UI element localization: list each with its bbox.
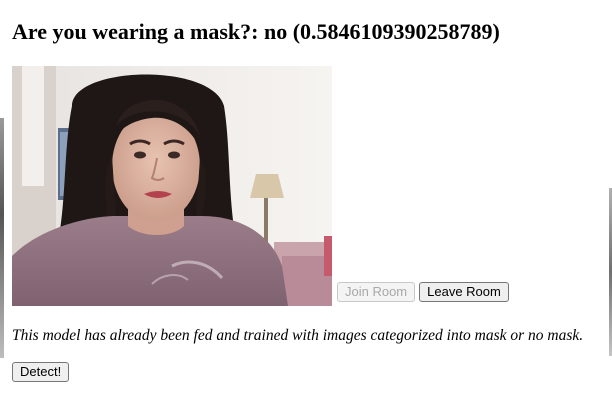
model-description: This model has already been fed and trai… <box>12 327 584 344</box>
leave-room-button[interactable]: Leave Room <box>419 282 509 302</box>
left-edge-strip <box>0 118 4 358</box>
detect-button[interactable]: Detect! <box>12 362 70 382</box>
webcam-video <box>12 66 332 306</box>
video-row: Join Room Leave Room <box>12 66 509 306</box>
join-room-button[interactable]: Join Room <box>337 282 416 302</box>
prediction-heading: Are you wearing a mask?: no (0.584610939… <box>12 19 500 44</box>
